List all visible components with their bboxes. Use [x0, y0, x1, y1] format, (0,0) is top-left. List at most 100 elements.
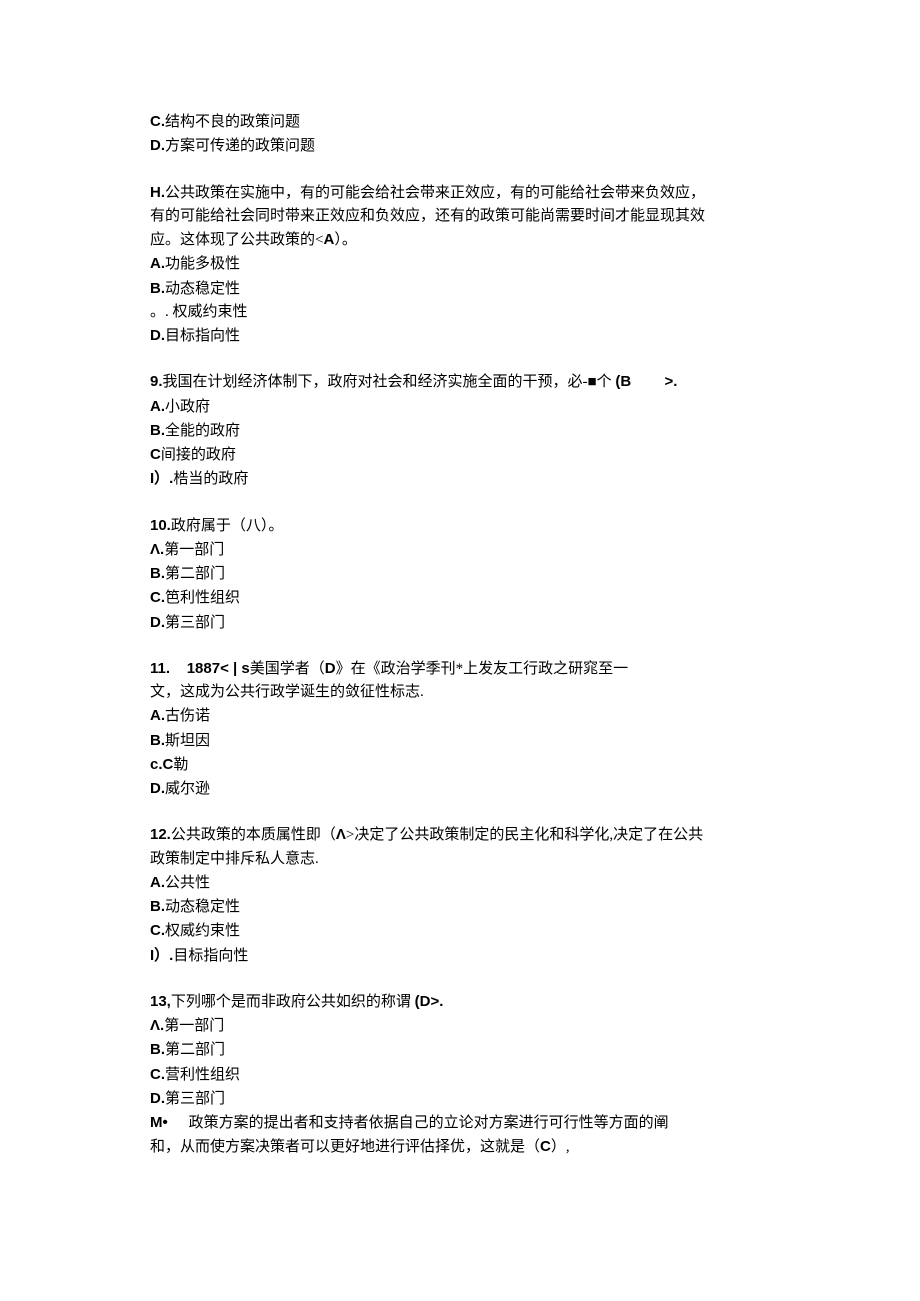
stem-text: 应。这体现了公共政策的<: [150, 232, 323, 248]
stem-text: 我国在计划经济体制下，政府对社会和经济实施全面的干预，必-■个: [163, 374, 616, 390]
option-label: A.: [150, 255, 165, 272]
option-label: c.C: [150, 756, 173, 773]
option-label: B.: [150, 422, 165, 439]
question-12: 12.公共政策的本质属性即（Λ>决定了公共政策制定的民主化和科学化,决定了在公共…: [150, 823, 770, 968]
option-label: B.: [150, 280, 165, 297]
stem-text: 公共政策的本质属性即（: [171, 827, 336, 843]
option-c: C间接的政府: [150, 443, 770, 467]
option-text: 第三部门: [165, 615, 225, 631]
stem-prefix: 13,: [150, 993, 171, 1010]
stem-text: 政策方案的提出者和支持者依据自己的立论对方案进行可行性等方面的阐: [189, 1115, 669, 1131]
question-stem-cont: 政策制定中排斥私人意志.: [150, 848, 770, 871]
option-label: I）.: [150, 947, 173, 964]
option-text: 梏当的政府: [173, 471, 248, 487]
option-label: D.: [150, 1090, 165, 1107]
option-a: A.公共性: [150, 871, 770, 895]
option-label: B.: [150, 565, 165, 582]
question-stem: 12.公共政策的本质属性即（Λ>决定了公共政策制定的民主化和科学化,决定了在公共: [150, 823, 770, 847]
option-label: A.: [150, 707, 165, 724]
document-page: C.结构不良的政策问题 D.方案可传递的政策问题 H.公共政策在实施中，有的可能…: [0, 0, 920, 1220]
option-text: 威尔逊: [165, 781, 210, 797]
stem-text: 》在《政治学季刊*上发友工行政之研窕至一: [336, 661, 629, 677]
option-d: D.方案可传递的政策问题: [150, 134, 770, 158]
option-text: 笆利性组织: [165, 590, 240, 606]
option-label: D.: [150, 327, 165, 344]
option-text: 功能多极性: [165, 256, 240, 272]
stem-text: 和，从而使方案决策者可以更好地进行评估择优，这就是（: [150, 1139, 540, 1155]
option-text: 结构不良的政策问题: [165, 114, 300, 130]
question-9: 9.我国在计划经济体制下，政府对社会和经济实施全面的干预，必-■个 (B >. …: [150, 370, 770, 491]
option-text: 营利性组织: [165, 1067, 240, 1083]
option-a: A.功能多极性: [150, 252, 770, 276]
question-11: 11. 1887< | s美国学者（D》在《政治学季刊*上发友工行政之研窕至一 …: [150, 657, 770, 802]
option-text: 第二部门: [165, 566, 225, 582]
stem-text: ）。: [334, 232, 357, 248]
option-c: C.权威约束性: [150, 919, 770, 943]
option-label: Λ.: [150, 1017, 164, 1034]
stem-prefix: 12.: [150, 826, 171, 843]
option-d: I）.目标指向性: [150, 944, 770, 968]
question-stem-cont: 有的可能给社会同时带来正效应和负效应，还有的政策可能尚需要时间才能显现其效: [150, 205, 770, 228]
question-8: H.公共政策在实施中，有的可能会给社会带来正效应，有的可能给社会带来负效应， 有…: [150, 181, 770, 349]
option-label: D.: [150, 614, 165, 631]
option-b: B.斯坦因: [150, 729, 770, 753]
answer-letter: D: [325, 660, 336, 677]
option-label: C.: [150, 1066, 165, 1083]
option-text: 间接的政府: [161, 447, 236, 463]
stem-text: 美国学者（: [250, 661, 325, 677]
stem-prefix: M•: [150, 1114, 189, 1131]
option-label: C.: [150, 589, 165, 606]
option-text: 权威约束性: [165, 923, 240, 939]
question-14-stem: M• 政策方案的提出者和支持者依据自己的立论对方案进行可行性等方面的阐: [150, 1111, 770, 1135]
option-label: Λ.: [150, 541, 164, 558]
option-text: 小政府: [165, 399, 210, 415]
option-text: 动态稳定性: [165, 899, 240, 915]
option-label: D.: [150, 780, 165, 797]
option-d: D.第三部门: [150, 611, 770, 635]
question-13-14: 13,下列哪个是而非政府公共如织的称谓 (D>. Λ.第一部门 B.第二部门 C…: [150, 990, 770, 1160]
answer-letter: Λ: [336, 826, 346, 843]
question-stem: 11. 1887< | s美国学者（D》在《政治学季刊*上发友工行政之研窕至一: [150, 657, 770, 681]
question-stem-cont: 文，这成为公共行政学诞生的敛征性标志.: [150, 681, 770, 704]
stem-prefix: 10.: [150, 517, 171, 534]
stem-text: >决定了公共政策制定的民主化和科学化,决定了在公共: [346, 827, 703, 843]
option-text: 方案可传递的政策问题: [165, 138, 315, 154]
question-14-stem-cont: 和，从而使方案决策者可以更好地进行评估择优，这就是（C）,: [150, 1135, 770, 1159]
option-a: A.古伤诺: [150, 704, 770, 728]
option-b: B.第二部门: [150, 1038, 770, 1062]
option-c: C.笆利性组织: [150, 586, 770, 610]
stem-prefix: 11. 1887< | s: [150, 660, 250, 677]
question-10: 10.政府属于（八）。 Λ.第一部门 B.第二部门 C.笆利性组织 D.第三部门: [150, 514, 770, 635]
option-d: D.目标指向性: [150, 324, 770, 348]
stem-text: 公共政策在实施中，有的可能会给社会带来正效应，有的可能给社会带来负效应，: [165, 185, 705, 201]
option-c: C.结构不良的政策问题: [150, 110, 770, 134]
stem-prefix: H.: [150, 184, 165, 201]
option-label: A.: [150, 398, 165, 415]
option-b: B.动态稳定性: [150, 277, 770, 301]
question-stem: H.公共政策在实施中，有的可能会给社会带来正效应，有的可能给社会带来负效应，: [150, 181, 770, 205]
stem-prefix: 9.: [150, 373, 163, 390]
stem-text: ）,: [551, 1139, 570, 1155]
answer-bracket: (B >.: [615, 373, 677, 390]
option-a: Λ.第一部门: [150, 1014, 770, 1038]
option-b: B.全能的政府: [150, 419, 770, 443]
option-text: 第三部门: [165, 1091, 225, 1107]
question-stem: 10.政府属于（八）。: [150, 514, 770, 538]
option-c: 。. 权威约束性: [150, 301, 770, 324]
option-text: 全能的政府: [165, 423, 240, 439]
question-stem-cont: 应。这体现了公共政策的<A）。: [150, 228, 770, 252]
option-text: 勒: [173, 757, 188, 773]
option-text: 第一部门: [164, 1018, 224, 1034]
option-label: B.: [150, 732, 165, 749]
answer-bracket: (D>.: [415, 993, 444, 1010]
option-text: 目标指向性: [165, 328, 240, 344]
stem-text: 下列哪个是而非政府公共如织的称谓: [171, 994, 415, 1010]
option-label: B.: [150, 898, 165, 915]
question-7-partial: C.结构不良的政策问题 D.方案可传递的政策问题: [150, 110, 770, 159]
option-text: 第二部门: [165, 1042, 225, 1058]
option-text: 第一部门: [164, 542, 224, 558]
option-text: 公共性: [165, 875, 210, 891]
option-label: I）.: [150, 470, 173, 487]
option-d: D.第三部门: [150, 1087, 770, 1111]
option-text: 古伤诺: [165, 708, 210, 724]
